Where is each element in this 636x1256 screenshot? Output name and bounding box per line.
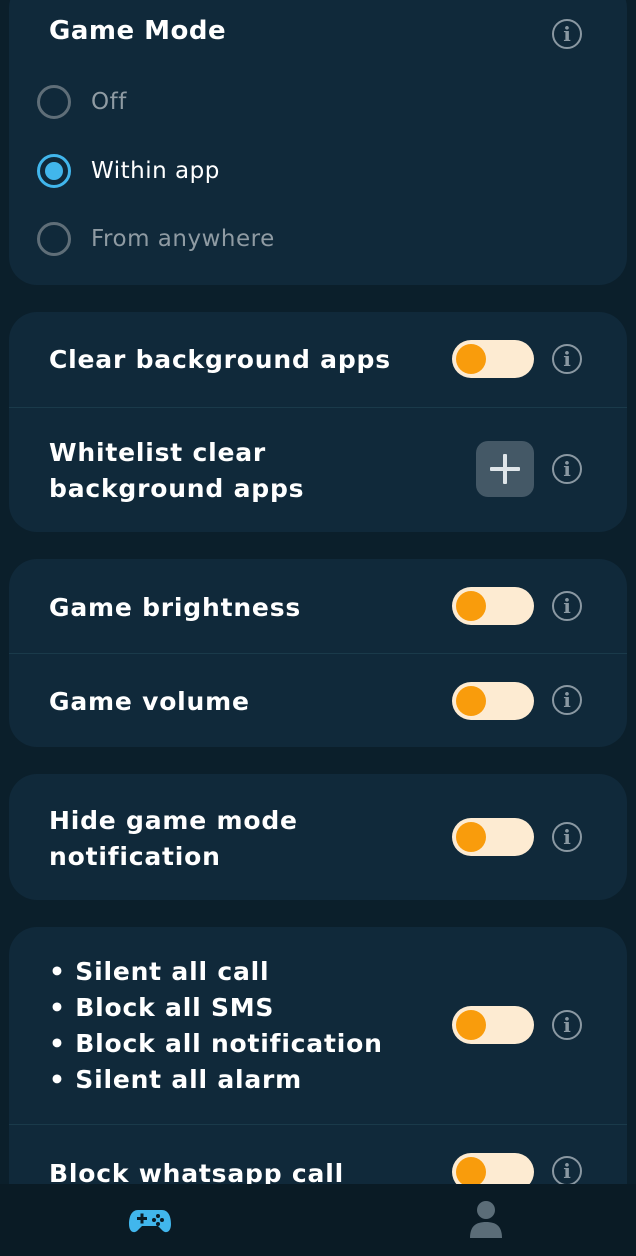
info-icon[interactable]: i: [552, 344, 582, 374]
clear-background-toggle[interactable]: [452, 340, 534, 378]
toggle-knob: [456, 591, 486, 621]
game-brightness-row: Game brightness i: [9, 559, 627, 653]
radio-label: Within app: [91, 158, 220, 184]
block-all-toggle[interactable]: [452, 1006, 534, 1044]
radio-dot: [45, 162, 63, 180]
toggle-knob: [456, 344, 486, 374]
info-icon[interactable]: i: [552, 454, 582, 484]
info-icon[interactable]: i: [552, 591, 582, 621]
radio-button[interactable]: [37, 85, 71, 119]
toggle-knob: [456, 1157, 486, 1187]
notification-card: Hide game mode notification i: [9, 774, 627, 900]
hide-notification-label: Hide game mode notification: [49, 803, 298, 875]
info-icon[interactable]: i: [552, 19, 582, 49]
info-icon[interactable]: i: [552, 822, 582, 852]
game-brightness-toggle[interactable]: [452, 587, 534, 625]
bottom-navigation: [0, 1184, 636, 1256]
divider: [9, 1124, 627, 1125]
whitelist-label: Whitelist clear background apps: [49, 435, 304, 507]
radio-button[interactable]: [37, 222, 71, 256]
profile-icon: [470, 1201, 502, 1238]
nav-profile-tab[interactable]: [464, 1198, 508, 1242]
game-mode-title: Game Mode: [49, 16, 227, 46]
game-volume-toggle[interactable]: [452, 682, 534, 720]
whitelist-row: Whitelist clear background apps i: [9, 408, 627, 532]
blocking-bullet-list: • Silent all call • Block all SMS • Bloc…: [49, 954, 383, 1098]
game-mode-card: Game Mode i Off Within app From anywhere: [9, 0, 627, 285]
whitelist-label-line2: background apps: [49, 474, 305, 503]
toggle-knob: [456, 822, 486, 852]
game-settings-card: Game brightness i Game volume i: [9, 559, 627, 747]
bullet-item: • Block all SMS: [49, 993, 275, 1022]
add-whitelist-button[interactable]: [476, 441, 534, 497]
info-icon[interactable]: i: [552, 685, 582, 715]
radio-option-off[interactable]: Off: [37, 82, 127, 122]
plus-icon: [490, 454, 520, 484]
radio-button-selected[interactable]: [37, 154, 71, 188]
whitelist-label-line1: Whitelist clear: [49, 438, 267, 467]
background-apps-card: Clear background apps i Whitelist clear …: [9, 312, 627, 532]
hide-notification-line1: Hide game mode: [49, 806, 298, 835]
game-volume-label: Game volume: [49, 687, 250, 716]
bullet-item: • Silent all call: [49, 957, 270, 986]
radio-label: Off: [91, 89, 127, 115]
hide-notification-line2: notification: [49, 842, 221, 871]
toggle-knob: [456, 1010, 486, 1040]
clear-background-row: Clear background apps i: [9, 312, 627, 407]
bullet-item: • Silent all alarm: [49, 1065, 303, 1094]
toggle-knob: [456, 686, 486, 716]
hide-notification-toggle[interactable]: [452, 818, 534, 856]
radio-option-from-anywhere[interactable]: From anywhere: [37, 219, 275, 259]
info-icon[interactable]: i: [552, 1010, 582, 1040]
info-icon[interactable]: i: [552, 1156, 582, 1186]
blocking-card: • Silent all call • Block all SMS • Bloc…: [9, 927, 627, 1227]
gamepad-icon: [129, 1210, 171, 1233]
game-volume-row: Game volume i: [9, 654, 627, 747]
clear-background-label: Clear background apps: [49, 345, 391, 374]
game-brightness-label: Game brightness: [49, 593, 302, 622]
nav-game-mode-tab[interactable]: [128, 1198, 172, 1242]
bullet-item: • Block all notification: [49, 1029, 383, 1058]
radio-label: From anywhere: [91, 226, 275, 252]
radio-option-within-app[interactable]: Within app: [37, 151, 220, 191]
